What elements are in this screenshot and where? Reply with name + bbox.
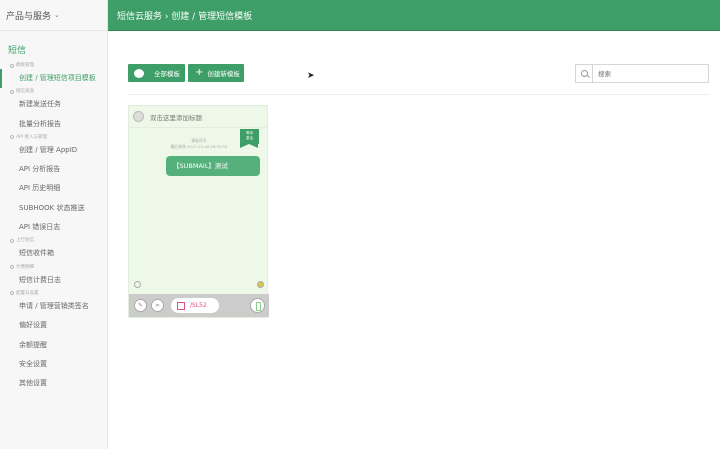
sidebar-item-subhook[interactable]: SUBHOOK 状态推送 xyxy=(0,199,107,218)
template-meta-modified: 最后修改 2017-03-16 09:32:55 xyxy=(170,144,228,149)
trash-icon[interactable] xyxy=(250,298,265,313)
sidebar-item-api-history[interactable]: API 历史明细 xyxy=(0,179,107,198)
sidebar-group: 计费明细 xyxy=(0,264,107,271)
product-selector-label: 产品与服务 xyxy=(6,11,52,22)
sidebar-item-inbox[interactable]: 短信收件箱 xyxy=(0,244,107,263)
all-templates-button[interactable]: 全部模板 xyxy=(128,64,185,82)
sidebar-group: 短信发送 xyxy=(0,88,107,95)
group-icon xyxy=(10,291,14,296)
sidebar-group: 模板管理 xyxy=(0,62,107,69)
product-selector[interactable]: 产品与服务 ⌄ xyxy=(0,0,107,31)
search-input[interactable] xyxy=(593,69,703,78)
message-bubble: 【SUBMAIL】测试 xyxy=(166,156,260,176)
sidebar-item-preferences[interactable]: 偏好设置 xyxy=(0,316,107,335)
group-icon xyxy=(10,135,14,140)
mouse-cursor-icon: ➤ xyxy=(307,71,315,81)
sidebar-item-batch-report[interactable]: 批量分析报告 xyxy=(0,115,107,134)
sidebar-item-billing-log[interactable]: 短信计费日志 xyxy=(0,271,107,290)
divider xyxy=(128,94,709,95)
sidebar-item-api-errors[interactable]: API 错误日志 xyxy=(0,218,107,237)
all-templates-label: 全部模板 xyxy=(154,70,180,78)
group-icon xyxy=(10,63,14,68)
sidebar-group: 配置与设置 xyxy=(0,290,107,297)
sidebar-item-new-task[interactable]: 新建发送任务 xyxy=(0,95,107,114)
section-title: 短信 xyxy=(8,46,27,56)
emoji-icon[interactable] xyxy=(257,281,264,288)
group-icon xyxy=(10,238,14,243)
avatar xyxy=(133,111,144,122)
link-icon[interactable]: ∞ xyxy=(151,299,164,312)
settings-icon[interactable] xyxy=(134,281,141,288)
sidebar-group: 上行短信 xyxy=(0,237,107,244)
sidebar: 产品与服务 ⌄ 短信 模板管理 创建 / 管理短信项目模板 短信发送 新建发送任… xyxy=(0,0,108,449)
search-icon[interactable] xyxy=(576,65,593,82)
sidebar-group: API 接入与管理 xyxy=(0,134,107,141)
template-card[interactable]: 双击这里添加标题 等待 激活 模板序号 最后修改 2017-03-16 09:3… xyxy=(128,105,269,318)
card-header: 双击这里添加标题 xyxy=(129,106,267,128)
sms-type-button[interactable]: /SL52 xyxy=(171,298,219,313)
search-box xyxy=(575,64,709,83)
edit-icon[interactable]: ✎ xyxy=(134,299,147,312)
sidebar-item-balance-alert[interactable]: 余额提醒 xyxy=(0,336,107,355)
chevron-down-icon: ⌄ xyxy=(54,11,60,19)
breadcrumb: 短信云服务 › 创建 / 管理短信模板 xyxy=(117,11,253,22)
group-icon xyxy=(10,265,14,270)
sidebar-item-security[interactable]: 安全设置 xyxy=(0,355,107,374)
sidebar-item-templates[interactable]: 创建 / 管理短信项目模板 xyxy=(0,69,107,89)
new-template-label: 创建新模板 xyxy=(207,70,240,78)
page-header: 短信云服务 › 创建 / 管理短信模板 xyxy=(108,0,720,31)
sidebar-item-other[interactable]: 其他设置 xyxy=(0,374,107,393)
new-template-button[interactable]: + 创建新模板 xyxy=(188,64,244,82)
sms-type-label: /SL52 xyxy=(190,302,207,309)
chat-bubble-icon xyxy=(134,68,144,78)
group-icon xyxy=(10,89,14,94)
sidebar-item-signatures[interactable]: 申请 / 管理营销类签名 xyxy=(0,297,107,316)
sidebar-item-appid[interactable]: 创建 / 管理 AppID xyxy=(0,141,107,160)
frame-icon xyxy=(177,301,185,310)
plus-icon: + xyxy=(195,67,204,78)
sidebar-item-api-report[interactable]: API 分析报告 xyxy=(0,160,107,179)
card-footer: ✎ ∞ /SL52 xyxy=(129,294,269,317)
card-title-placeholder[interactable]: 双击这里添加标题 xyxy=(150,112,202,122)
